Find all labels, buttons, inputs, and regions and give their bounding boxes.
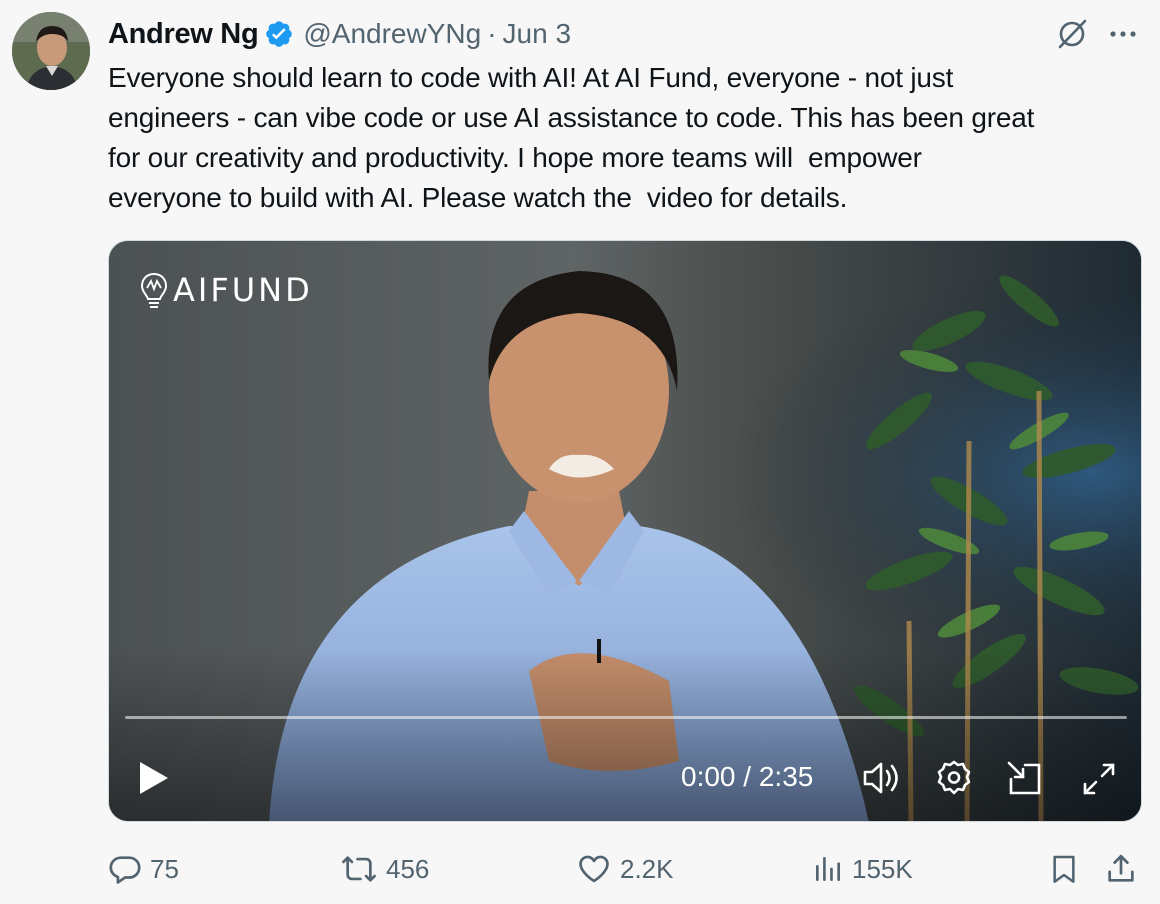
like-count: 2.2K [620,853,674,884]
views-button[interactable]: 155K [812,846,913,892]
like-icon [579,855,609,883]
time-separator: / [735,761,759,792]
reply-button[interactable]: 75 [108,846,179,892]
volume-icon[interactable] [861,759,903,797]
reply-count: 75 [150,853,179,884]
avatar[interactable] [12,12,90,90]
repost-count: 456 [386,853,430,884]
bookmark-icon [1053,855,1075,883]
tweet-text-line: for our creativity and productivity. I h… [108,142,922,173]
tweet-header: Andrew Ng @AndrewYNg · Jun 3 [108,14,571,54]
share-icon [1108,854,1134,882]
settings-icon[interactable] [935,759,973,797]
author-handle[interactable]: @AndrewYNg [303,18,481,50]
action-bar: 75 456 2.2K 155K [108,846,1148,892]
video-time: 0:00 / 2:35 [681,761,813,793]
tweet-date[interactable]: Jun 3 [503,18,572,50]
lightbulb-icon [140,272,168,308]
like-button[interactable]: 2.2K [576,846,674,892]
current-time: 0:00 [681,761,736,792]
bookmark-button[interactable] [1048,846,1088,892]
share-button[interactable] [1104,846,1146,892]
more-icon[interactable] [1106,20,1140,48]
tweet: Andrew Ng @AndrewYNg · Jun 3 Everyone sh… [0,0,1160,904]
picture-in-picture-icon[interactable] [1005,759,1045,797]
repost-button[interactable]: 456 [340,846,429,892]
tweet-text-line: Everyone should learn to code with AI! A… [108,62,954,93]
separator-dot: · [487,18,497,49]
reply-icon [109,856,141,884]
author-name[interactable]: Andrew Ng [108,18,259,51]
view-count: 155K [852,853,913,884]
tweet-text-line: everyone to build with AI. Please watch … [108,182,848,213]
aifund-logo: AIFUND [139,271,313,309]
video-player[interactable]: AIFUND 0:00 / 2:35 [108,240,1142,822]
video-progress-bar[interactable] [125,716,1127,719]
logo-text: AIFUND [173,271,313,309]
play-icon[interactable] [137,759,171,797]
tweet-text: Everyone should learn to code with AI! A… [108,58,1148,218]
duration: 2:35 [758,761,814,792]
tweet-text-line: engineers - can vibe code or use AI assi… [108,102,1035,133]
video-controls: 0:00 / 2:35 [109,741,1141,811]
grok-icon[interactable] [1054,16,1090,52]
repost-icon [342,856,376,882]
verified-badge-icon [264,19,294,49]
views-icon [816,857,840,881]
video-frame [109,241,1141,821]
fullscreen-icon[interactable] [1081,761,1117,797]
